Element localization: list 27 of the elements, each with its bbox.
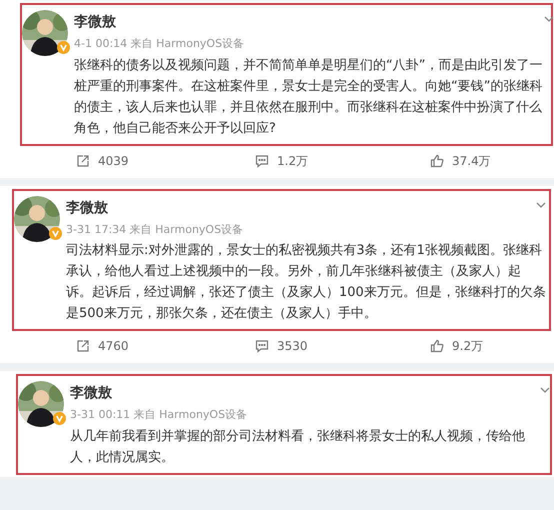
thumbs-up-icon[interactable] xyxy=(430,154,444,168)
verified-badge-icon xyxy=(57,41,70,54)
share-icon[interactable] xyxy=(76,154,90,168)
post-meta: 3-31 00:11 来自 HarmonyOS设备 xyxy=(70,407,248,423)
post-meta: 3-31 17:34 来自 HarmonyOS设备 xyxy=(66,222,244,238)
post-text: 从几年前我看到并掌握的部分司法材料看，张继科将景女士的私人视频，传给他人，此情况属实。 xyxy=(70,428,526,466)
author-name[interactable]: 李微敖 xyxy=(70,383,112,404)
like-count: 9.2万 xyxy=(452,338,484,355)
repost-count: 4039 xyxy=(98,152,129,170)
comment-icon[interactable] xyxy=(255,154,269,168)
chevron-down-icon[interactable] xyxy=(540,387,550,393)
verified-badge-icon xyxy=(49,226,62,240)
author-name[interactable]: 李微敖 xyxy=(66,198,108,218)
repost-count: 4760 xyxy=(98,338,129,355)
chevron-down-icon[interactable] xyxy=(544,16,554,22)
post-meta: 4-1 00:14 来自 HarmonyOS设备 xyxy=(74,36,246,52)
comment-count: 3530 xyxy=(277,338,308,355)
comment-icon[interactable] xyxy=(255,339,269,353)
share-icon[interactable] xyxy=(76,339,90,353)
post-text: 张继科的债务以及视频问题，并不简简单单是明星们的“八卦”，而是由此引发了一桩严重的刑事案件。在这桩案件里，景女士是完全的受害人。向她“要钱”的张继科的债主，该人后来也认罪，并且依然在服刑中。而张继科在这桩案件中扮演了什么角色，他自己能否来公开予以回应? xyxy=(74,56,544,138)
post-text: 司法材料显示:对外泄露的，景女士的私密视频共有3条，还有1张视频截图。张继科承认，给他人看过上述视频中的一段。另外，前几年张继科被债主（及家人）起诉。起诉后，经过调解，张还了债主（及家人）100来万元。但是，张继科打的欠条是500来万元，那张欠条，还在债主（及家人）手中。 xyxy=(66,242,546,323)
like-count: 37.4万 xyxy=(452,152,491,170)
comment-count: 1.2万 xyxy=(277,152,308,170)
chevron-down-icon[interactable] xyxy=(536,202,546,208)
verified-badge-icon xyxy=(53,412,66,425)
author-name[interactable]: 李微敖 xyxy=(74,12,116,33)
thumbs-up-icon[interactable] xyxy=(430,339,444,353)
